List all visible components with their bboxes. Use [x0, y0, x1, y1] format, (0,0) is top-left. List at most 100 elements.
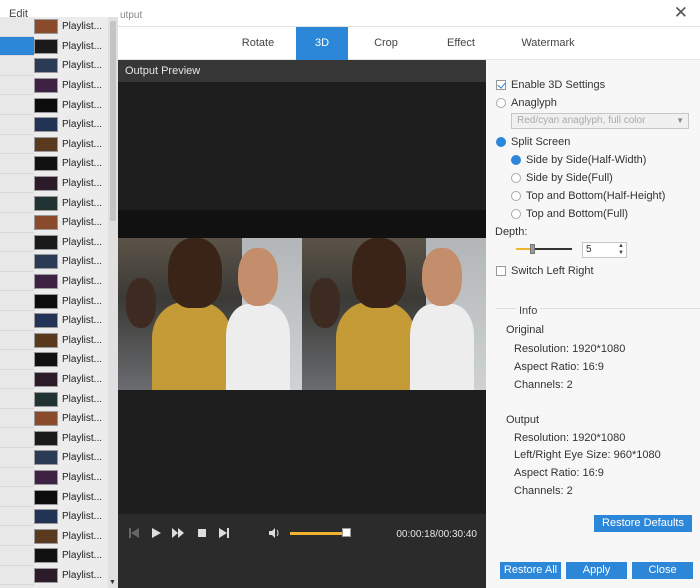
tab-effect[interactable]: Effect — [431, 27, 491, 60]
time-readout: 00:00:18/00:30:40 — [396, 529, 477, 540]
list-item[interactable]: Playlist... — [34, 56, 108, 76]
skip-back-icon[interactable] — [128, 527, 140, 539]
anaglyph-row[interactable]: Anaglyph — [496, 97, 557, 109]
output-channels: Channels: 2 — [514, 485, 573, 497]
spin-arrows-icon[interactable]: ▲ ▼ — [618, 243, 624, 257]
tab-watermark[interactable]: Watermark — [508, 27, 588, 60]
split-option-top-full[interactable]: Top and Bottom(Full) — [511, 208, 628, 220]
playlist-scrollbar[interactable]: ▼ — [108, 17, 118, 588]
split-option-radio[interactable] — [511, 155, 521, 165]
list-item[interactable]: Playlist... — [34, 37, 108, 57]
list-index-cell — [0, 409, 34, 429]
fast-forward-icon[interactable] — [172, 527, 184, 539]
list-item[interactable]: Playlist... — [34, 507, 108, 527]
list-item[interactable]: Playlist... — [34, 331, 108, 351]
thumbnail — [34, 176, 58, 192]
tab-3d[interactable]: 3D — [296, 27, 348, 60]
list-item-label: Playlist... — [62, 511, 103, 523]
list-item[interactable]: Playlist... — [34, 135, 108, 155]
split-option-side-half[interactable]: Side by Side(Half-Width) — [511, 154, 646, 166]
list-item[interactable]: Playlist... — [34, 409, 108, 429]
restore-defaults-button[interactable]: Restore Defaults — [594, 515, 692, 532]
list-index-cell — [0, 526, 34, 547]
list-item[interactable]: Playlist... — [34, 468, 108, 488]
tab-overlap-blur — [118, 31, 233, 55]
list-item[interactable]: Playlist... — [34, 546, 108, 566]
list-item[interactable]: Playlist... — [34, 154, 108, 174]
anaglyph-select[interactable]: Red/cyan anaglyph, full color ▼ — [511, 113, 689, 129]
volume-knob[interactable] — [342, 528, 351, 537]
thumbnail — [34, 352, 58, 368]
list-item-label: Playlist... — [62, 138, 103, 150]
list-item[interactable]: Playlist... — [34, 389, 108, 409]
list-item[interactable]: Playlist... — [34, 428, 108, 448]
volume-track[interactable] — [290, 532, 348, 535]
switch-lr-row[interactable]: Switch Left Right — [496, 265, 594, 277]
depth-slider[interactable] — [516, 248, 572, 250]
depth-spinbox[interactable]: 5 ▲ ▼ — [582, 242, 627, 258]
thumbnail — [34, 430, 58, 446]
tab-crop[interactable]: Crop — [356, 27, 416, 60]
list-item[interactable]: Playlist... — [34, 272, 108, 292]
volume-icon[interactable] — [268, 527, 280, 539]
anaglyph-radio[interactable] — [496, 98, 506, 108]
preview-header: Output Preview — [118, 60, 486, 82]
split-option-radio[interactable] — [511, 191, 521, 201]
list-item[interactable]: Playlist... — [34, 95, 108, 115]
list-item-label: Playlist... — [62, 569, 103, 581]
restore-all-button[interactable]: Restore All — [500, 562, 561, 579]
split-screen-radio[interactable] — [496, 137, 506, 147]
depth-label: Depth: — [495, 226, 528, 238]
close-button[interactable]: Close — [632, 562, 693, 579]
list-index-cell — [0, 154, 34, 174]
list-item[interactable]: Playlist... — [34, 174, 108, 194]
preview-title: Output Preview — [125, 65, 201, 77]
thumbnail — [34, 509, 58, 525]
info-title: Info — [516, 305, 541, 317]
list-item-label: Playlist... — [62, 334, 103, 346]
list-item-label: Playlist... — [62, 354, 103, 366]
list-item-label: Playlist... — [62, 373, 103, 385]
video-left-eye — [118, 238, 302, 390]
list-item[interactable]: Playlist... — [34, 213, 108, 233]
list-item[interactable]: Playlist... — [34, 17, 108, 37]
list-index-cell — [0, 487, 34, 507]
list-item[interactable]: Playlist... — [34, 193, 108, 213]
close-icon[interactable]: ✕ — [674, 3, 688, 23]
list-item[interactable]: Playlist... — [34, 370, 108, 390]
list-item[interactable]: Playlist... — [34, 566, 108, 586]
split-screen-row[interactable]: Split Screen — [496, 136, 570, 148]
play-icon[interactable] — [150, 527, 162, 539]
list-index-cell — [0, 272, 34, 292]
list-item[interactable]: Playlist... — [34, 291, 108, 311]
scroll-down-icon[interactable]: ▼ — [109, 579, 116, 586]
list-item[interactable]: Playlist... — [34, 350, 108, 370]
skip-forward-icon[interactable] — [218, 527, 230, 539]
playlist-scrollbar-thumb[interactable] — [110, 21, 116, 221]
split-option-side-full[interactable]: Side by Side(Full) — [511, 172, 613, 184]
thumbnail — [34, 234, 58, 250]
apply-button[interactable]: Apply — [566, 562, 627, 579]
list-item[interactable]: Playlist... — [34, 115, 108, 135]
split-option-top-half[interactable]: Top and Bottom(Half-Height) — [511, 190, 665, 202]
list-item[interactable]: Playlist... — [34, 76, 108, 96]
enable-3d-checkbox[interactable] — [496, 80, 506, 90]
stop-icon[interactable] — [196, 527, 208, 539]
split-option-radio[interactable] — [511, 173, 521, 183]
switch-lr-checkbox[interactable] — [496, 266, 506, 276]
list-item-label: Playlist... — [62, 40, 103, 52]
list-item[interactable]: Playlist... — [34, 448, 108, 468]
list-item[interactable]: Playlist... — [34, 252, 108, 272]
depth-slider-knob[interactable] — [530, 244, 535, 254]
list-item[interactable]: Playlist... — [34, 233, 108, 253]
split-option-label: Top and Bottom(Half-Height) — [526, 190, 666, 202]
list-item-label: Playlist... — [62, 197, 103, 209]
list-item[interactable]: Playlist... — [34, 526, 108, 546]
output-resolution: Resolution: 1920*1080 — [514, 432, 626, 444]
list-item[interactable]: Playlist... — [34, 487, 108, 507]
thumbnail — [34, 78, 58, 94]
list-item-label: Playlist... — [62, 295, 103, 307]
list-item[interactable]: Playlist... — [34, 311, 108, 331]
enable-3d-row[interactable]: Enable 3D Settings — [496, 79, 605, 91]
split-option-radio[interactable] — [511, 209, 521, 219]
